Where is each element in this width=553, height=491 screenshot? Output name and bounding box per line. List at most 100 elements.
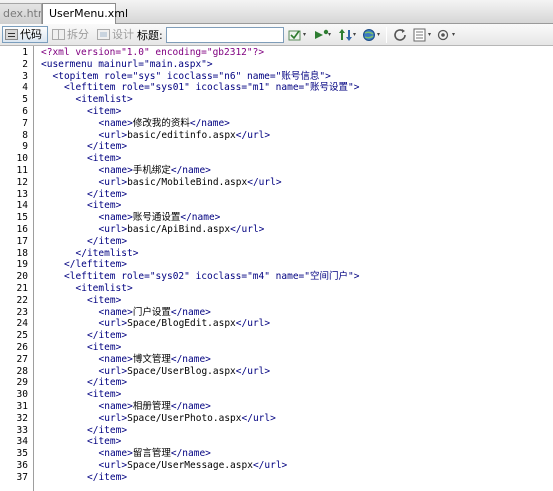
token-tag: <item> [87,294,122,306]
token-tag: </url> [230,224,265,235]
token-tag: </url> [235,129,271,141]
code-line[interactable]: 27 <name>博文管理</name> [0,354,553,366]
code-line[interactable]: 8 <url>basic/editinfo.aspx</url> [0,130,553,142]
code-view-button[interactable]: 代码 [2,26,48,43]
refresh-icon[interactable] [391,27,411,43]
code-line[interactable]: 16 <url>basic/ApiBind.aspx</url> [0,224,553,236]
code-line[interactable]: 33 </item> [0,425,553,437]
code-line[interactable]: 13 </item> [0,189,553,201]
code-line[interactable]: 28 <url>Space/UserBlog.aspx</url> [0,366,553,378]
token-tag: </url> [235,365,271,377]
token-str: "账号信息" [275,70,326,82]
token-str: "sys" [132,70,167,82]
token-attr: role= [103,70,133,82]
code-line[interactable]: 35 <name>留言管理</name> [0,448,553,460]
code-line[interactable]: 5 <itemlist> [0,94,553,106]
code-text: <name>相册管理</name> [99,401,211,413]
code-line[interactable]: 19 </leftitem> [0,259,553,271]
code-text: <leftitem role="sys02" icoclass="m4" nam… [64,271,359,283]
token-tag: </name> [170,306,211,318]
line-number: 20 [16,271,28,283]
code-line[interactable]: 24 <url>Space/BlogEdit.aspx</url> [0,318,553,330]
code-line[interactable]: 36 <url>Space/UserMessage.aspx</url> [0,460,553,472]
code-editor[interactable]: 1 <?xml version="1.0" encoding="gb2312"?>… [0,46,553,491]
view-options-icon[interactable] [413,27,433,43]
line-number: 27 [16,353,28,365]
token-txt: 门户设置 [132,306,171,318]
check-browser-icon[interactable] [288,27,308,43]
code-line[interactable]: 34 <item> [0,436,553,448]
file-transfer-icon[interactable] [338,27,358,43]
code-line[interactable]: 12 <url>basic/MobileBind.aspx</url> [0,177,553,189]
code-line[interactable]: 7 <name>修改我的资料</name> [0,118,553,130]
code-line[interactable]: 25 </item> [0,330,553,342]
code-line[interactable]: 17 </item> [0,236,553,248]
token-attr: icoclass= [195,271,248,283]
token-txt: basic/editinfo.aspx [127,129,236,141]
code-line[interactable]: 11 <name>手机绑定</name> [0,165,553,177]
token-tag: </name> [170,401,211,412]
token-txt: 相册管理 [132,401,171,412]
code-text: <url>basic/ApiBind.aspx</url> [99,224,265,236]
code-line[interactable]: 9 </item> [0,141,553,153]
token-str: "空间门户" [304,271,354,283]
preview-globe-icon[interactable] [362,27,382,43]
code-line[interactable]: 32 <url>Space/UserPhoto.aspx</url> [0,413,553,425]
token-str: "m4" [247,271,276,283]
token-attr: icoclass= [166,70,219,82]
code-line[interactable]: 10 <item> [0,153,553,165]
line-number: 14 [16,200,28,212]
line-number: 2 [22,58,28,70]
token-tag: > [206,58,213,70]
code-line[interactable]: 21 <itemlist> [0,283,553,295]
design-view-button[interactable]: 设计 [94,26,138,43]
code-line[interactable]: 2 <usermenu mainurl="main.aspx"> [0,59,553,71]
tab-index-html[interactable]: dex.html [0,3,42,24]
code-text: <leftitem role="sys01" icoclass="m1" nam… [64,82,359,94]
code-line[interactable]: 31 <name>相册管理</name> [0,401,553,413]
line-number: 10 [16,153,28,165]
code-line[interactable]: 23 <name>门户设置</name> [0,307,553,319]
code-text: <item> [87,295,121,307]
visual-aids-icon[interactable] [437,27,457,43]
token-tag: </url> [241,412,276,424]
code-text: </item> [87,236,127,248]
code-line[interactable]: 37 </item> [0,472,553,484]
code-line[interactable]: 18 </itemlist> [0,248,553,260]
token-str: "n6" [218,70,248,82]
code-line[interactable]: 3 <topitem role="sys" icoclass="n6" name=… [0,71,553,83]
code-text: <url>Space/UserMessage.aspx</url> [99,460,288,472]
code-line[interactable]: 1 <?xml version="1.0" encoding="gb2312"?> [0,47,553,59]
code-line[interactable]: 4 <leftitem role="sys01" icoclass="m1" na… [0,82,553,94]
code-line[interactable]: 20 <leftitem role="sys02" icoclass="m4" n… [0,271,553,283]
token-tag: </name> [170,165,211,176]
code-view-label: 代码 [20,28,42,41]
code-line[interactable]: 30 <item> [0,389,553,401]
code-text: <url>basic/editinfo.aspx</url> [99,130,271,142]
title-input[interactable] [166,27,284,43]
code-line[interactable]: 6 <item> [0,106,553,118]
code-text: <name>博文管理</name> [99,354,211,366]
code-line[interactable]: 29 </item> [0,377,553,389]
tab-usermenu-xml[interactable]: UserMenu.xml [42,3,128,25]
line-number: 34 [16,436,28,448]
line-number: 25 [16,330,28,342]
design-view-icon [97,29,110,40]
live-view-icon[interactable] [313,27,333,43]
code-line[interactable]: 26 <item> [0,342,553,354]
code-line[interactable]: 14 <item> [0,200,553,212]
line-number: 32 [16,412,28,424]
token-str: "m1" [247,82,276,94]
line-number: 35 [16,448,28,460]
code-line[interactable]: 22 <item> [0,295,553,307]
token-tag: > [325,70,331,82]
split-view-button[interactable]: 拆分 [49,26,93,43]
token-txt: Space/UserBlog.aspx [127,365,236,377]
line-number: 17 [16,235,28,247]
code-text: <topitem role="sys" icoclass="n6" name="… [53,71,331,83]
code-text: <name>门户设置</name> [99,307,211,319]
code-text: <?xml version="1.0" encoding="gb2312"?> [41,47,264,59]
code-line[interactable]: 15 <name>账号通设置</name> [0,212,553,224]
code-text: <name>修改我的资料</name> [99,118,230,130]
token-txt: Space/UserPhoto.aspx [127,412,242,424]
